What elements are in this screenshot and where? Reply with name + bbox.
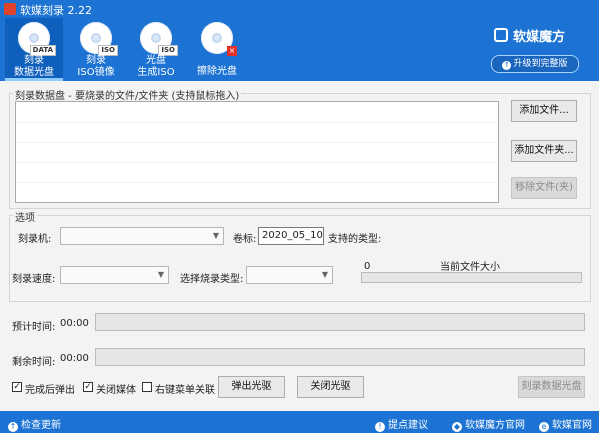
refresh-icon: ↑ (8, 422, 18, 432)
file-size-value: 0 (364, 261, 371, 272)
tool-label-line1: 刻录 (24, 55, 44, 66)
file-size-label: 当前文件大小 (440, 262, 500, 273)
estimated-time-label: 预计时间: (12, 322, 56, 333)
main-toolbar: DATA 刻录 数据光盘 ISO 刻录 ISO镜像 ISO 光盘 生成ISO ×… (0, 18, 599, 81)
tool-erase-disc[interactable]: × 擦除光盘 (188, 18, 246, 81)
burn-type-select[interactable]: ▼ (246, 266, 333, 284)
tool-label-line1: 刻录 (86, 55, 106, 66)
cube-icon: ◆ (452, 422, 462, 432)
add-folder-button[interactable]: 添加文件夹... (511, 140, 577, 162)
estimated-progress-bar (95, 313, 585, 331)
iso-disc-icon: ISO (140, 22, 178, 56)
burn-type-label: 选择烧录类型: (180, 274, 244, 285)
ruanmei-cube-site-link[interactable]: ◆ 软媒魔方官网 (452, 416, 525, 432)
tool-disc-to-iso[interactable]: ISO 光盘 生成ISO (127, 18, 185, 81)
close-drive-button[interactable]: 关闭光驱 (297, 376, 364, 398)
data-disc-icon: DATA (18, 22, 56, 56)
close-media-checkbox[interactable]: ✓ (83, 382, 93, 392)
burner-label: 刻录机: (18, 234, 52, 245)
ruanmei-cube-icon (494, 28, 508, 42)
ruanmei-site-link[interactable]: e 软媒官网 (539, 416, 592, 432)
title-bar: 软媒刻录 2.22 (0, 0, 599, 18)
remove-file-button[interactable]: 移除文件(夹) (511, 177, 577, 199)
tool-burn-iso-image[interactable]: ISO 刻录 ISO镜像 (67, 18, 125, 81)
remaining-progress-bar (95, 348, 585, 366)
iso-disc-icon: ISO (80, 22, 118, 56)
context-menu-label: 右键菜单关联 (155, 385, 215, 396)
burn-data-disc-button[interactable]: 刻录数据光盘 (518, 376, 585, 398)
add-file-button[interactable]: 添加文件... (511, 100, 577, 122)
speed-select[interactable]: ▼ (60, 266, 169, 284)
files-group-legend: 刻录数据盘 - 要烧录的文件/文件夹 (支持鼠标拖入) (13, 87, 242, 102)
file-size-bar (361, 272, 582, 283)
check-update-link[interactable]: ↑ 检查更新 (8, 416, 61, 432)
ie-icon: e (539, 422, 549, 432)
tool-label-line2: ISO镜像 (77, 67, 115, 78)
window-title: 软媒刻录 2.22 (20, 4, 92, 17)
close-media-label: 关闭媒体 (96, 385, 136, 396)
burner-select[interactable]: ▼ (60, 227, 224, 245)
supported-types-label: 支持的类型: (328, 234, 382, 245)
estimated-time-value: 00:00 (60, 318, 89, 329)
lightbulb-icon: ! (375, 422, 385, 432)
speed-label: 刻录速度: (12, 274, 56, 285)
eject-after-label: 完成后弹出 (25, 385, 75, 396)
chevron-down-icon: ▼ (212, 231, 219, 240)
chevron-down-icon: ▼ (321, 270, 328, 279)
app-icon (4, 3, 16, 15)
tool-label-line1: 光盘 (146, 55, 166, 66)
remaining-time-label: 剩余时间: (12, 357, 56, 368)
volume-input[interactable]: 2020_05_10 (258, 227, 324, 245)
tool-label: 擦除光盘 (197, 66, 237, 77)
suggestion-link[interactable]: ! 提点建议 (375, 416, 428, 432)
tool-label-line2: 数据光盘 (14, 67, 54, 78)
eject-drive-button[interactable]: 弹出光驱 (218, 376, 285, 398)
upgrade-button[interactable]: ↑ 升级到完整版 (491, 55, 579, 73)
tool-label-line2: 生成ISO (137, 67, 175, 78)
upgrade-icon: ↑ (502, 61, 512, 70)
remaining-time-value: 00:00 (60, 353, 89, 364)
options-group-legend: 选项 (13, 209, 37, 224)
erase-disc-icon: × (201, 22, 237, 56)
status-bar: ↑ 检查更新 ! 提点建议 ◆ 软媒魔方官网 e 软媒官网 (0, 411, 599, 433)
volume-label: 卷标: (233, 234, 257, 245)
tool-burn-data-disc[interactable]: DATA 刻录 数据光盘 (5, 18, 63, 81)
context-menu-checkbox[interactable] (142, 382, 152, 392)
chevron-down-icon: ▼ (157, 270, 164, 279)
brand-name[interactable]: 软媒魔方 (513, 26, 565, 45)
file-list[interactable] (15, 101, 499, 203)
eject-after-checkbox[interactable]: ✓ (12, 382, 22, 392)
